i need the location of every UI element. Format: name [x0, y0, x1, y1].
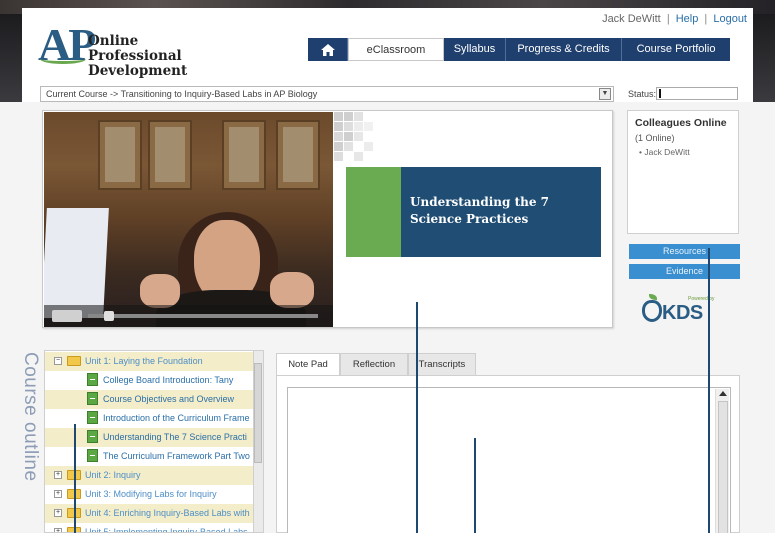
logo-text: Online Professional Development — [88, 34, 278, 79]
slide-panel: Understanding the 7 Science Practices — [334, 112, 612, 327]
help-link[interactable]: Help — [676, 13, 699, 25]
nav-home-button[interactable] — [308, 38, 348, 61]
outline-unit-row[interactable]: + Unit 2: Inquiry — [45, 466, 253, 485]
video-frame[interactable] — [44, 112, 333, 327]
lab-cabinet — [98, 120, 142, 190]
logo-line-1: Online — [88, 33, 139, 49]
nav-course-portfolio[interactable]: Course Portfolio — [622, 38, 730, 61]
right-background-edge — [753, 14, 775, 102]
kds-brand: KDS — [662, 302, 703, 324]
separator: | — [666, 13, 670, 25]
dropdown-arrow-icon[interactable]: ▼ — [599, 88, 611, 100]
course-select-value: Current Course -> Transitioning to Inqui… — [46, 89, 318, 99]
nav-progress-credits[interactable]: Progress & Credits — [506, 38, 622, 61]
left-background-edge — [0, 14, 22, 102]
outline-item-row[interactable]: Understanding The 7 Science Practi — [45, 428, 253, 447]
outline-item-row[interactable]: Introduction of the Curriculum Frame — [45, 409, 253, 428]
user-bar: Jack DeWitt | Help | Logout — [602, 13, 747, 25]
outline-item-label: College Board Introduction: Tany — [103, 375, 234, 385]
scroll-up-icon[interactable] — [719, 391, 727, 396]
lesson-icon — [87, 411, 98, 424]
main-nav: eClassroom Syllabus Progress & Credits C… — [308, 38, 730, 61]
outline-unit-label: Unit 3: Modifying Labs for Inquiry — [85, 489, 217, 499]
tree-scroll-thumb[interactable] — [254, 363, 262, 463]
tab-transcripts[interactable]: Transcripts — [408, 353, 476, 375]
colleague-item[interactable]: • Jack DeWitt — [635, 147, 731, 157]
outline-item-label: Understanding The 7 Science Practi — [103, 432, 247, 442]
ap-logo[interactable]: AP Online Professional Development — [38, 22, 278, 79]
user-name: Jack DeWitt — [602, 13, 661, 25]
whiteboard — [44, 208, 109, 318]
logout-link[interactable]: Logout — [713, 13, 747, 25]
course-select[interactable]: Current Course -> Transitioning to Inqui… — [40, 86, 614, 102]
seek-handle[interactable] — [104, 311, 114, 321]
nav-eclassroom[interactable]: eClassroom — [348, 38, 444, 61]
outline-item-row[interactable]: College Board Introduction: Tany — [45, 371, 253, 390]
video-controls — [44, 305, 333, 327]
outline-unit-row[interactable]: + Unit 4: Enriching Inquiry-Based Labs wi… — [45, 504, 253, 523]
lab-cabinet — [222, 120, 266, 190]
logo-line-2: Professional Development — [88, 48, 188, 79]
tree-scrollbar[interactable] — [253, 351, 263, 532]
outline-unit-row[interactable]: − Unit 1: Laying the Foundation — [45, 352, 253, 371]
course-outline-tree: + Unit 5: Implementing Inquiry-Based Labs… — [44, 350, 264, 533]
status-label: Status: — [628, 89, 657, 99]
notepad-scrollbar[interactable] — [715, 389, 729, 533]
outline-unit-label: Unit 2: Inquiry — [85, 470, 141, 480]
outline-unit-label: Unit 1: Laying the Foundation — [85, 356, 203, 366]
callout-line — [416, 302, 418, 533]
colleagues-online-panel: Colleagues Online (1 Online) • Jack DeWi… — [627, 110, 739, 234]
notepad-panel — [276, 375, 740, 533]
outline-unit-row[interactable]: + Unit 5: Implementing Inquiry-Based Labs — [45, 523, 253, 533]
outline-item-row[interactable]: The Curriculum Framework Part Two — [45, 447, 253, 466]
resources-button[interactable]: Resources — [629, 244, 740, 259]
outline-item-label: The Curriculum Framework Part Two — [103, 451, 250, 461]
colleagues-count: (1 Online) — [635, 133, 675, 143]
presenter-hand — [140, 274, 180, 308]
slide-title: Understanding the 7 Science Practices — [410, 195, 550, 226]
evidence-button[interactable]: Evidence — [629, 264, 740, 279]
expand-icon[interactable]: + — [54, 471, 62, 479]
outline-unit-row[interactable]: + Unit 3: Modifying Labs for Inquiry — [45, 485, 253, 504]
lesson-icon — [87, 449, 98, 462]
slide-green-block — [346, 167, 401, 257]
logo-swoosh-icon — [40, 54, 86, 64]
nav-syllabus[interactable]: Syllabus — [444, 38, 506, 61]
course-outline-text: Course outline — [20, 352, 41, 482]
outline-item-row[interactable]: Course Objectives and Overview — [45, 390, 253, 409]
outline-item-label: Course Objectives and Overview — [103, 394, 235, 404]
outline-unit-label: Unit 4: Enriching Inquiry-Based Labs wit… — [85, 508, 250, 518]
expand-icon[interactable]: + — [54, 490, 62, 498]
collapse-icon[interactable]: − — [54, 357, 62, 365]
home-icon — [320, 43, 335, 56]
tab-reflection[interactable]: Reflection — [340, 353, 408, 375]
course-outline-label: Course outline — [9, 352, 41, 512]
notepad-scroll-thumb[interactable] — [718, 401, 728, 533]
callout-line — [708, 248, 710, 533]
notepad-textarea[interactable] — [287, 387, 731, 533]
expand-icon[interactable]: + — [54, 509, 62, 517]
lesson-icon — [87, 392, 98, 405]
play-button[interactable] — [52, 310, 82, 322]
lab-cabinet — [148, 120, 192, 190]
lesson-icon — [87, 373, 98, 386]
outline-unit-label: Unit 5: Implementing Inquiry-Based Labs — [85, 527, 248, 533]
video-player: Understanding the 7 Science Practices — [42, 110, 613, 328]
separator: | — [704, 13, 708, 25]
expand-icon[interactable]: + — [54, 528, 62, 532]
callout-line — [74, 424, 76, 533]
tab-note-pad[interactable]: Note Pad — [276, 353, 340, 376]
seek-bar[interactable] — [88, 314, 318, 318]
status-input[interactable] — [656, 87, 738, 100]
lesson-icon — [87, 430, 98, 443]
outline-item-label: Introduction of the Curriculum Frame — [103, 413, 250, 423]
folder-icon — [67, 356, 81, 366]
colleagues-title: Colleagues Online — [635, 117, 727, 129]
lab-cabinet — [276, 120, 320, 190]
apple-icon — [642, 300, 662, 322]
presenter-hand — [270, 272, 314, 308]
callout-line — [474, 438, 476, 533]
